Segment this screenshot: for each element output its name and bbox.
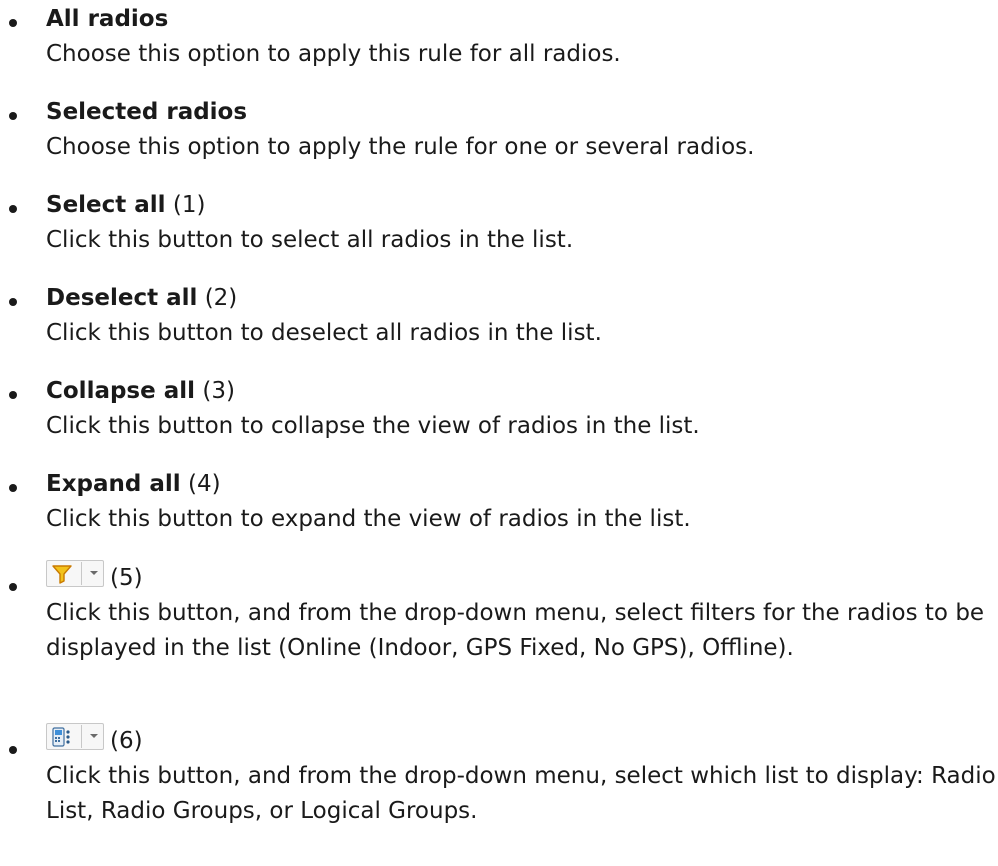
button-separator (81, 562, 82, 585)
item-title: Collapse all (46, 378, 196, 404)
item-description: Click this button, and from the drop-dow… (46, 763, 996, 824)
item-title: All radios (46, 6, 169, 32)
radio-device-icon (52, 727, 70, 747)
item-title: Selected radios (46, 99, 248, 125)
item-description: Click this button to expand the view of … (46, 506, 691, 532)
item-number: (6) (110, 728, 143, 754)
item-number: (4) (180, 471, 221, 497)
item-description: Click this button to deselect all radios… (46, 320, 602, 346)
bullet (9, 583, 17, 591)
filter-dropdown-button[interactable] (46, 560, 104, 587)
item-title: Expand all (46, 471, 181, 497)
item-number: (1) (165, 192, 206, 218)
document: All radios Choose this option to apply t… (0, 0, 998, 866)
bullet (9, 746, 17, 754)
item-number: (5) (110, 565, 143, 591)
bullet (9, 205, 17, 213)
item-number: (3) (195, 378, 235, 404)
filter-funnel-icon (52, 565, 72, 584)
bullet (9, 298, 17, 306)
item-number: (2) (197, 285, 238, 311)
button-separator (81, 725, 82, 748)
chevron-down-icon[interactable] (90, 734, 98, 738)
item-title: Deselect all (46, 285, 198, 311)
bullet (9, 112, 17, 120)
item-description: Click this button to select all radios i… (46, 227, 574, 253)
bullet (9, 391, 17, 399)
item-title: Select all (46, 192, 166, 218)
item-description: Click this button, and from the drop-dow… (46, 600, 985, 661)
bullet (9, 484, 17, 492)
item-description: Choose this option to apply the rule for… (46, 134, 755, 160)
bullet (9, 19, 17, 27)
item-description: Click this button to collapse the view o… (46, 413, 700, 439)
chevron-down-icon[interactable] (90, 571, 98, 575)
item-description: Choose this option to apply this rule fo… (46, 41, 621, 67)
radio-list-dropdown-button[interactable] (46, 723, 104, 750)
